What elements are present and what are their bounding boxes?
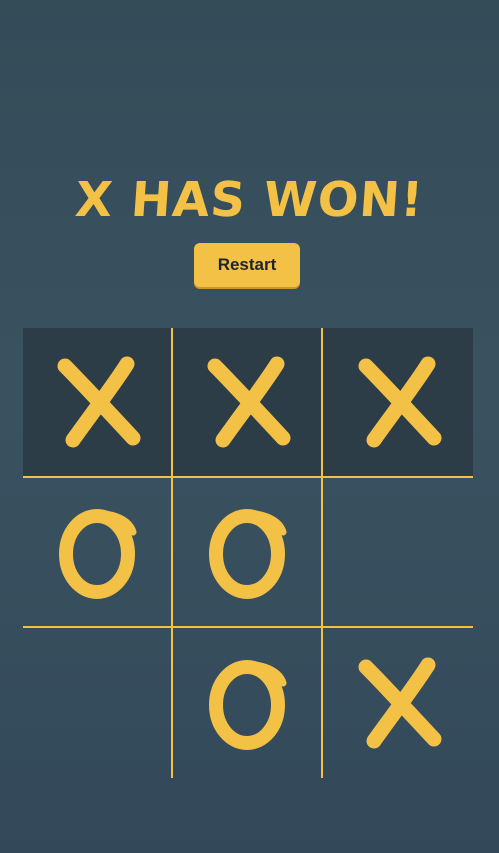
board-cell-3[interactable] (323, 328, 473, 478)
o-mark-icon (59, 509, 137, 599)
board-cell-4[interactable] (23, 478, 173, 628)
o-mark-icon (209, 509, 287, 599)
status-message: X HAS WON! (73, 172, 426, 228)
board-cell-9[interactable] (323, 628, 473, 778)
o-mark-icon (209, 660, 287, 750)
board-cell-8[interactable] (173, 628, 323, 778)
x-mark-icon (207, 356, 291, 448)
x-mark-icon (57, 356, 141, 448)
board-cell-2[interactable] (173, 328, 323, 478)
x-mark-icon (358, 657, 442, 749)
board-cell-6[interactable] (323, 478, 473, 628)
restart-button[interactable]: Restart (194, 243, 300, 287)
board-cell-5[interactable] (173, 478, 323, 628)
board-cell-1[interactable] (23, 328, 173, 478)
x-mark-icon (358, 356, 442, 448)
board-cell-7[interactable] (23, 628, 173, 778)
game-board (23, 328, 473, 778)
